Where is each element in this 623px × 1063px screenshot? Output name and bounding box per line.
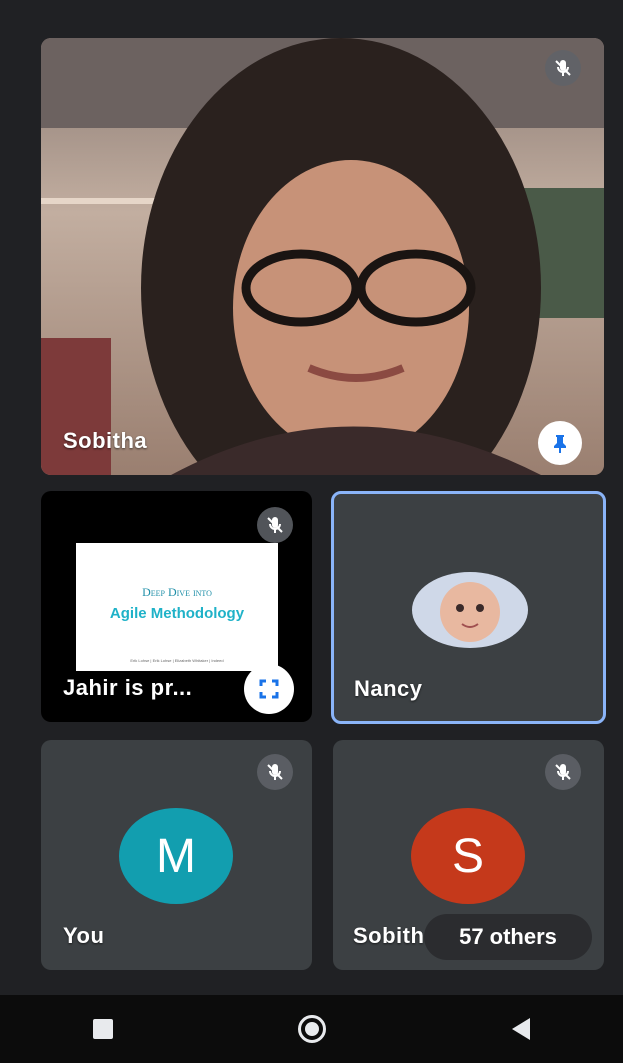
avatar: S	[411, 808, 525, 904]
video-tile-you[interactable]: M You	[41, 740, 312, 970]
avatar-photo	[412, 572, 528, 648]
fullscreen-button[interactable]	[244, 664, 294, 714]
participant-name: Sobith	[353, 923, 425, 948]
video-tile-main[interactable]: Sobitha	[41, 38, 604, 475]
mic-off-icon	[257, 507, 293, 543]
pin-icon	[554, 435, 566, 453]
video-tile-nancy[interactable]: Nancy	[331, 491, 606, 724]
others-count: 57 others	[459, 924, 557, 949]
presentation-tile[interactable]: Deep Dive into Agile Methodology Erik Lo…	[41, 491, 312, 722]
participant-name: Nancy	[354, 676, 423, 701]
mic-off-icon	[257, 754, 293, 790]
mic-off-icon	[545, 754, 581, 790]
meeting-screen: Sobitha Deep Dive into Agile Methodology…	[0, 0, 623, 1063]
fullscreen-icon	[259, 679, 279, 699]
nav-home-icon[interactable]	[298, 1015, 327, 1043]
slide-title: Deep Dive into	[142, 585, 212, 599]
participant-name: Jahir is pr...	[63, 675, 193, 700]
participant-name: You	[63, 923, 105, 948]
slide-footer: Erik Lohse | Erik Lohse | Elizabeth Whit…	[130, 658, 224, 663]
pin-button[interactable]	[538, 421, 582, 465]
slide-subtitle: Agile Methodology	[109, 605, 245, 622]
participant-video	[41, 38, 604, 475]
system-nav-bar	[0, 995, 623, 1063]
nav-back-icon[interactable]	[512, 1018, 531, 1040]
others-badge[interactable]: 57 others	[424, 914, 592, 960]
mic-off-icon	[545, 50, 581, 86]
slide-preview: Deep Dive into Agile Methodology Erik Lo…	[76, 543, 278, 671]
participant-name: Sobitha	[63, 428, 148, 453]
nav-recents-icon[interactable]	[92, 1019, 113, 1039]
avatar: M	[119, 808, 233, 904]
